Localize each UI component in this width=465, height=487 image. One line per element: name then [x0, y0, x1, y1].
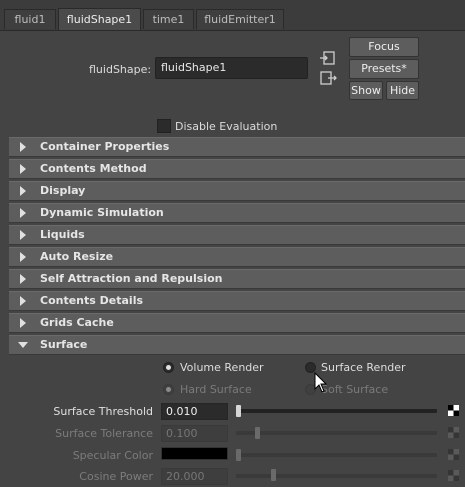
soft-surface-label: Soft Surface: [321, 383, 389, 396]
frame-title: Container Properties: [40, 140, 170, 153]
frame-contents-details[interactable]: Contents Details: [9, 291, 465, 311]
mouse-cursor-icon: [314, 372, 328, 393]
expand-arrow-icon: [20, 318, 26, 328]
surface-threshold-slider-track[interactable]: [236, 409, 437, 413]
surface-threshold-field[interactable]: 0.010: [161, 403, 228, 420]
cosine-power-slider-handle[interactable]: [271, 469, 276, 481]
expand-arrow-icon: [20, 252, 26, 262]
collapse-arrow-icon: [18, 342, 28, 348]
frame-self-attraction-repulsion[interactable]: Self Attraction and Repulsion: [9, 269, 465, 289]
hide-button[interactable]: Hide: [386, 81, 419, 100]
node-name-field[interactable]: fluidShape1: [155, 57, 308, 79]
expand-arrow-icon: [20, 274, 26, 284]
frame-dynamic-simulation[interactable]: Dynamic Simulation: [9, 203, 465, 223]
surface-tolerance-slider-track[interactable]: [236, 431, 437, 435]
frame-title: Liquids: [40, 228, 85, 241]
presets-button[interactable]: Presets*: [349, 59, 419, 79]
frame-title: Contents Details: [40, 294, 144, 307]
frame-title: Surface: [40, 338, 88, 351]
disable-evaluation-checkbox[interactable]: [157, 119, 171, 133]
input-connection-icon[interactable]: [319, 49, 337, 67]
tab-fluidshape1[interactable]: fluidShape1: [58, 8, 141, 31]
expand-arrow-icon: [20, 208, 26, 218]
expand-arrow-icon: [20, 296, 26, 306]
specular-color-slider-track[interactable]: [236, 453, 437, 457]
cosine-power-slider-track[interactable]: [236, 474, 437, 478]
surface-tolerance-slider-handle[interactable]: [255, 427, 260, 439]
expand-arrow-icon: [20, 186, 26, 196]
surface-render-label: Surface Render: [321, 361, 406, 374]
map-texture-icon[interactable]: [448, 470, 459, 481]
tab-divider: [0, 30, 465, 31]
expand-arrow-icon: [20, 164, 26, 174]
expand-arrow-icon: [20, 230, 26, 240]
frame-title: Self Attraction and Repulsion: [40, 272, 223, 285]
map-texture-icon[interactable]: [448, 405, 459, 416]
volume-render-radio[interactable]: [163, 362, 174, 373]
frame-display[interactable]: Display: [9, 181, 465, 201]
frame-title: Auto Resize: [40, 250, 114, 263]
map-texture-icon[interactable]: [448, 427, 459, 438]
surface-threshold-label: Surface Threshold: [53, 405, 153, 418]
hard-surface-label: Hard Surface: [180, 383, 252, 396]
frame-grids-cache[interactable]: Grids Cache: [9, 313, 465, 333]
focus-button[interactable]: Focus: [349, 37, 419, 57]
tab-time1[interactable]: time1: [143, 9, 194, 29]
frame-container-properties[interactable]: Container Properties: [9, 137, 465, 157]
frame-title: Dynamic Simulation: [40, 206, 164, 219]
cosine-power-field[interactable]: 20.000: [161, 468, 228, 485]
surface-threshold-slider-handle[interactable]: [236, 405, 241, 417]
expand-arrow-icon: [20, 142, 26, 152]
specular-color-slider-handle[interactable]: [236, 449, 241, 461]
surface-tolerance-label: Surface Tolerance: [55, 427, 153, 440]
hard-surface-radio[interactable]: [163, 384, 174, 395]
node-name-label: fluidShape:: [89, 63, 152, 76]
specular-color-swatch[interactable]: [161, 447, 228, 460]
tab-fluid1[interactable]: fluid1: [4, 9, 56, 29]
cosine-power-label: Cosine Power: [79, 470, 153, 483]
frame-title: Display: [40, 184, 86, 197]
output-connection-icon[interactable]: [319, 69, 337, 87]
specular-color-label: Specular Color: [72, 449, 153, 462]
disable-evaluation-label: Disable Evaluation: [175, 120, 278, 133]
frame-surface[interactable]: Surface: [9, 335, 465, 355]
surface-tolerance-field[interactable]: 0.100: [161, 425, 228, 442]
frame-auto-resize[interactable]: Auto Resize: [9, 247, 465, 267]
tab-bar: fluid1 fluidShape1 time1 fluidEmitter1: [0, 0, 465, 31]
frame-contents-method[interactable]: Contents Method: [9, 159, 465, 179]
frame-title: Grids Cache: [40, 316, 114, 329]
frame-title: Contents Method: [40, 162, 147, 175]
tab-fluidemitter1[interactable]: fluidEmitter1: [196, 9, 284, 29]
show-button[interactable]: Show: [349, 81, 383, 100]
volume-render-label: Volume Render: [180, 361, 264, 374]
map-texture-icon[interactable]: [448, 449, 459, 460]
frame-liquids[interactable]: Liquids: [9, 225, 465, 245]
